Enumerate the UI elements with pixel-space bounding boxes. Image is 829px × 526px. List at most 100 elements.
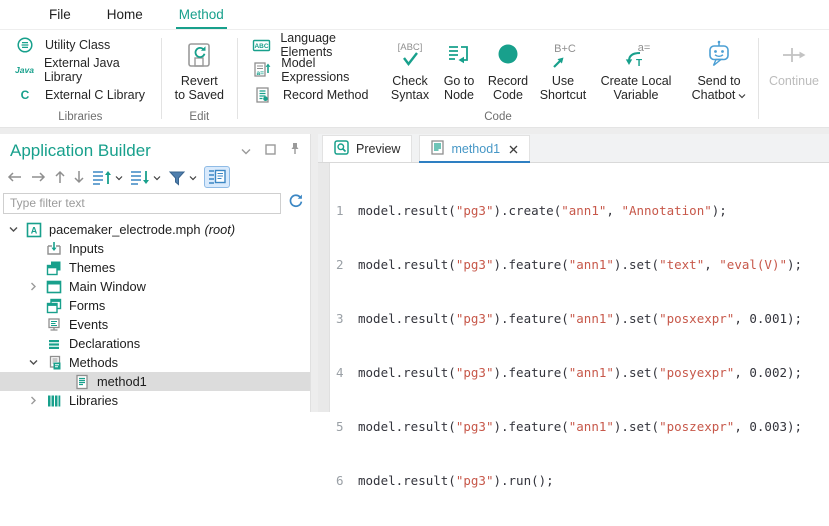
tree-item-inputs[interactable]: Inputs bbox=[0, 239, 310, 258]
code-line[interactable]: 6 model.result("pg3").run(); bbox=[330, 472, 829, 490]
chevron-right-icon[interactable] bbox=[28, 282, 39, 291]
group-label-code: Code bbox=[238, 110, 758, 127]
svg-text:ABC: ABC bbox=[255, 43, 269, 50]
filter-button[interactable] bbox=[168, 168, 197, 186]
chevron-down-icon[interactable] bbox=[28, 359, 39, 366]
svg-text:T: T bbox=[636, 58, 642, 69]
code-line[interactable]: 1 model.result("pg3").create("ann1", "An… bbox=[330, 202, 829, 220]
ribbon-tab-bar: File Home Method bbox=[0, 0, 829, 30]
group-label-libraries: Libraries bbox=[0, 110, 161, 127]
code-lines: 1 model.result("pg3").create("ann1", "An… bbox=[330, 163, 829, 412]
line-number: 2 bbox=[330, 256, 358, 274]
use-shortcut-label-line1: Use bbox=[552, 74, 574, 88]
model-expressions-icon: a= bbox=[250, 61, 274, 79]
comsol-application-builder-window: File Home Method Utility Class Java Exte… bbox=[0, 0, 829, 412]
check-syntax-label-line1: Check bbox=[392, 74, 427, 88]
chevron-down-icon bbox=[738, 88, 746, 102]
utility-class-button[interactable]: Utility Class bbox=[8, 33, 161, 57]
line-number: 1 bbox=[330, 202, 358, 220]
application-builder-panel: Application Builder bbox=[0, 134, 311, 412]
preview-tab-label: Preview bbox=[356, 142, 400, 156]
tree-item-methods[interactable]: Methods bbox=[0, 353, 310, 372]
tree-item-method1[interactable]: method1 bbox=[0, 372, 310, 391]
tab-preview[interactable]: Preview bbox=[322, 135, 412, 162]
utility-class-icon bbox=[12, 36, 38, 54]
collapse-down-list-button[interactable] bbox=[130, 168, 161, 186]
model-expressions-label: Model Expressions bbox=[281, 56, 380, 84]
use-shortcut-button[interactable]: B+C Use Shortcut bbox=[534, 30, 592, 110]
record-method-button[interactable]: Record Method bbox=[246, 83, 384, 107]
code-editor[interactable]: 1 model.result("pg3").create("ann1", "An… bbox=[318, 163, 829, 412]
go-to-node-button[interactable]: Go to Node bbox=[436, 30, 482, 110]
line-number: 4 bbox=[330, 364, 358, 382]
main-window-icon bbox=[46, 279, 62, 295]
annotation-ruler bbox=[318, 163, 330, 412]
language-elements-button[interactable]: ABC Language Elements bbox=[246, 33, 384, 57]
method-editor: Preview method1 1 model.result("pg3").cr… bbox=[318, 134, 829, 412]
tab-method1[interactable]: method1 bbox=[419, 135, 530, 162]
panel-pin-icon[interactable] bbox=[290, 142, 300, 160]
panel-header: Application Builder bbox=[0, 134, 310, 164]
create-local-variable-button[interactable]: a= T Create Local Variable bbox=[592, 30, 680, 110]
ribbon: Utility Class Java External Java Library… bbox=[0, 30, 829, 128]
forward-arrow-icon[interactable] bbox=[30, 171, 47, 183]
code-line[interactable]: 3 model.result("pg3").feature("ann1").se… bbox=[330, 310, 829, 328]
tree-toolbar bbox=[0, 164, 310, 190]
tree-item-declarations[interactable]: Declarations bbox=[0, 334, 310, 353]
tab-home[interactable]: Home bbox=[104, 2, 146, 29]
use-shortcut-label-line2: Shortcut bbox=[540, 88, 587, 102]
utility-class-label: Utility Class bbox=[45, 38, 110, 52]
revert-label-line1: Revert bbox=[181, 74, 218, 88]
external-c-library-label: External C Library bbox=[45, 88, 145, 102]
tree-item-root[interactable]: A pacemaker_electrode.mph(root) bbox=[0, 220, 310, 239]
send-to-chatbot-button[interactable]: Send to Chatbot bbox=[680, 30, 758, 110]
svg-text:B+C: B+C bbox=[554, 43, 576, 55]
model-expressions-button[interactable]: a= Model Expressions bbox=[246, 58, 384, 82]
refresh-icon[interactable] bbox=[288, 193, 304, 214]
ribbon-group-edit: Revert to Saved Edit bbox=[162, 30, 237, 127]
tree-item-libraries[interactable]: Libraries bbox=[0, 391, 310, 410]
move-up-arrow-icon[interactable] bbox=[54, 169, 66, 185]
external-java-library-button[interactable]: Java External Java Library bbox=[8, 58, 161, 82]
declarations-icon bbox=[46, 336, 62, 352]
continue-button[interactable]: Continue bbox=[759, 30, 829, 122]
tree-item-themes[interactable]: Themes bbox=[0, 258, 310, 277]
chevron-right-icon[interactable] bbox=[28, 396, 39, 405]
create-local-variable-label-line2: Variable bbox=[614, 88, 659, 102]
chevron-down-icon[interactable] bbox=[8, 226, 19, 233]
tree-item-label: Libraries bbox=[69, 393, 118, 408]
chatbot-icon bbox=[704, 36, 734, 74]
editor-tab-bar: Preview method1 bbox=[318, 134, 829, 163]
c-icon: C bbox=[12, 88, 38, 102]
external-java-library-label: External Java Library bbox=[44, 56, 157, 84]
tree-item-label: Methods bbox=[69, 355, 118, 370]
group-label-edit: Edit bbox=[189, 110, 209, 127]
tab-file[interactable]: File bbox=[46, 2, 74, 29]
record-code-button[interactable]: Record Code bbox=[482, 30, 534, 110]
preview-icon bbox=[334, 140, 349, 158]
code-line[interactable]: 2 model.result("pg3").feature("ann1").se… bbox=[330, 256, 829, 274]
move-down-arrow-icon[interactable] bbox=[73, 169, 85, 185]
tree-item-events[interactable]: Events bbox=[0, 315, 310, 334]
back-arrow-icon[interactable] bbox=[6, 171, 23, 183]
tree-item-forms[interactable]: Forms bbox=[0, 296, 310, 315]
external-c-library-button[interactable]: C External C Library bbox=[8, 83, 161, 107]
methods-icon bbox=[46, 355, 62, 371]
filter-input[interactable] bbox=[3, 193, 281, 214]
revert-to-saved-button[interactable]: Revert to Saved bbox=[175, 30, 224, 110]
panel-float-icon[interactable] bbox=[265, 142, 276, 160]
tree-item-main-window[interactable]: Main Window bbox=[0, 277, 310, 296]
line-number: 3 bbox=[330, 310, 358, 328]
check-syntax-button[interactable]: [ABC] Check Syntax bbox=[384, 30, 436, 110]
events-icon bbox=[46, 317, 62, 333]
expand-up-list-button[interactable] bbox=[92, 168, 123, 186]
panel-menu-chevron-icon[interactable] bbox=[241, 142, 251, 160]
show-node-details-toggle[interactable] bbox=[204, 166, 230, 188]
panel-title: Application Builder bbox=[10, 141, 227, 161]
node-details-icon bbox=[208, 169, 226, 185]
tab-method[interactable]: Method bbox=[176, 2, 227, 29]
code-line[interactable]: 4 model.result("pg3").feature("ann1").se… bbox=[330, 364, 829, 382]
code-line[interactable]: 5 model.result("pg3").feature("ann1").se… bbox=[330, 418, 829, 436]
create-local-variable-label-line1: Create Local bbox=[601, 74, 672, 88]
close-icon[interactable] bbox=[509, 145, 518, 154]
